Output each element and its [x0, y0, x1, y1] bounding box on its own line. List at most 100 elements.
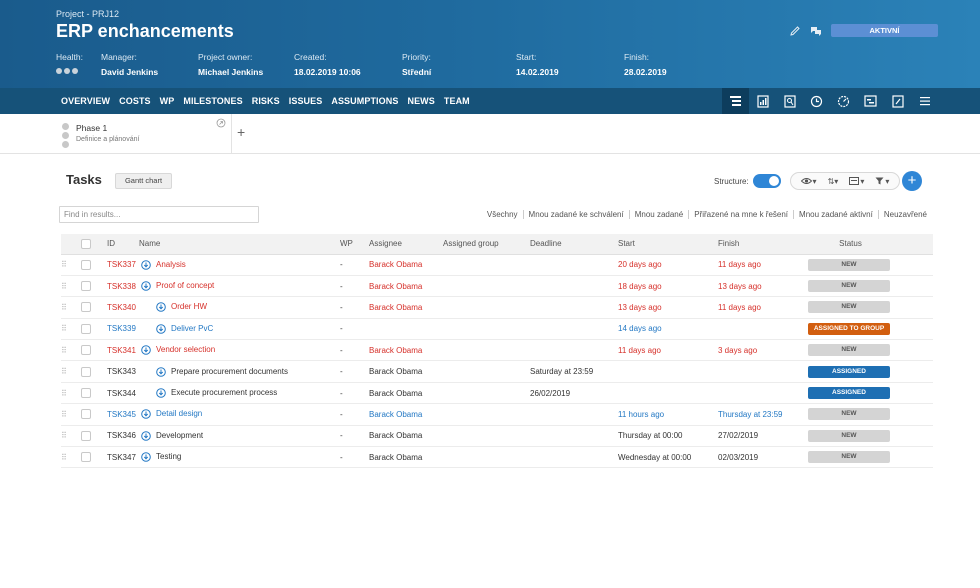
dashboard-icon[interactable] — [830, 88, 857, 114]
gantt-chart-button[interactable]: Gantt chart — [115, 173, 172, 189]
drag-handle-icon[interactable]: ⠿ — [61, 410, 67, 419]
table-row[interactable]: ⠿ TSK347 Testing - Barack Obama Wednesday at … — [61, 447, 933, 468]
tab-overview[interactable]: OVERVIEW — [61, 96, 110, 106]
task-id[interactable]: TSK346 — [107, 425, 139, 446]
task-name[interactable]: Analysis — [156, 260, 186, 269]
drag-handle-icon[interactable]: ⠿ — [61, 431, 67, 440]
row-checkbox[interactable] — [81, 345, 91, 356]
timeline-icon[interactable] — [857, 88, 884, 114]
col-group[interactable]: Assigned group — [443, 234, 530, 255]
col-finish[interactable]: Finish — [718, 234, 808, 255]
task-name[interactable]: Proof of concept — [156, 281, 214, 290]
filter-all[interactable]: Všechny — [482, 210, 523, 219]
task-group — [443, 404, 530, 425]
report-icon[interactable] — [749, 88, 776, 114]
tab-wp[interactable]: WP — [160, 96, 175, 106]
task-id[interactable]: TSK338 — [107, 275, 139, 296]
task-wp: - — [340, 324, 343, 334]
task-id[interactable]: TSK344 — [107, 382, 139, 403]
task-name[interactable]: Vendor selection — [156, 345, 215, 354]
col-assignee[interactable]: Assignee — [369, 234, 443, 255]
row-checkbox[interactable] — [81, 430, 91, 441]
table-row[interactable]: ⠿ TSK339 Deliver PvC - 14 days ago ASSIGNED T… — [61, 318, 933, 340]
task-name[interactable]: Order HW — [171, 303, 207, 312]
table-row[interactable]: ⠿ TSK338 Proof of concept - Barack Obama 18 d… — [61, 275, 933, 297]
open-phase-icon[interactable] — [216, 118, 226, 128]
row-checkbox[interactable] — [81, 388, 91, 399]
row-checkbox[interactable] — [81, 302, 91, 313]
task-name[interactable]: Development — [156, 431, 203, 440]
phase-card[interactable]: Phase 1 Definice a plánování — [56, 114, 232, 154]
filter-unclosed[interactable]: Neuzavřené — [877, 210, 932, 219]
row-checkbox[interactable] — [81, 259, 91, 270]
select-all-checkbox[interactable] — [81, 238, 91, 249]
structure-toggle[interactable] — [753, 174, 781, 188]
columns-icon[interactable]: ▾ — [849, 177, 864, 186]
row-checkbox[interactable] — [81, 281, 91, 292]
search-input[interactable] — [59, 206, 259, 223]
task-id[interactable]: TSK337 — [107, 254, 139, 275]
table-row[interactable]: ⠿ TSK344 Execute procurement process - Barac… — [61, 382, 933, 404]
row-checkbox[interactable] — [81, 409, 91, 420]
row-checkbox[interactable] — [81, 323, 91, 334]
task-name[interactable]: Testing — [156, 452, 181, 461]
drag-handle-icon[interactable]: ⠿ — [61, 346, 67, 355]
task-id[interactable]: TSK347 — [107, 447, 139, 468]
tab-news[interactable]: NEWS — [407, 96, 434, 106]
table-row[interactable]: ⠿ TSK337 Analysis - Barack Obama 20 days ago 1… — [61, 254, 933, 276]
edit-icon[interactable] — [789, 25, 801, 37]
col-wp[interactable]: WP — [340, 234, 369, 255]
tab-assumptions[interactable]: ASSUMPTIONS — [331, 96, 398, 106]
status-button[interactable]: AKTIVNÍ — [831, 24, 938, 37]
breadcrumb[interactable]: Project - PRJ12 — [56, 9, 119, 19]
visibility-icon[interactable]: ▾ — [800, 177, 817, 186]
filter-assigned-to-me[interactable]: Přiřazené na mne k řešení — [688, 210, 793, 219]
drag-handle-icon[interactable]: ⠿ — [61, 389, 67, 398]
task-name[interactable]: Deliver PvC — [171, 324, 213, 333]
filter-created-by-me[interactable]: Mnou zadané — [628, 210, 688, 219]
sort-icon[interactable]: ⇅▾ — [828, 177, 839, 186]
task-id[interactable]: TSK339 — [107, 318, 139, 339]
task-name[interactable]: Execute procurement process — [171, 388, 277, 397]
attachment-icon[interactable] — [884, 88, 911, 114]
add-phase-button[interactable]: + — [237, 125, 245, 139]
task-id[interactable]: TSK345 — [107, 404, 139, 425]
col-status[interactable]: Status — [808, 234, 933, 255]
tab-risks[interactable]: RISKS — [252, 96, 280, 106]
drag-handle-icon[interactable]: ⠿ — [61, 324, 67, 333]
drag-handle-icon[interactable]: ⠿ — [61, 282, 67, 291]
tab-issues[interactable]: ISSUES — [289, 96, 323, 106]
col-start[interactable]: Start — [618, 234, 718, 255]
drag-handle-icon[interactable]: ⠿ — [61, 367, 67, 376]
drag-handle-icon[interactable]: ⠿ — [61, 453, 67, 462]
table-row[interactable]: ⠿ TSK343 Prepare procurement documents - Bar… — [61, 361, 933, 383]
task-name[interactable]: Detail design — [156, 410, 202, 419]
table-row[interactable]: ⠿ TSK345 Detail design - Barack Obama 11 hour… — [61, 404, 933, 426]
tab-costs[interactable]: COSTS — [119, 96, 151, 106]
table-row[interactable]: ⠿ TSK341 Vendor selection - Barack Obama 11 d… — [61, 340, 933, 361]
history-icon[interactable] — [803, 88, 830, 114]
task-id[interactable]: TSK343 — [107, 361, 139, 382]
row-checkbox[interactable] — [81, 452, 91, 463]
row-checkbox[interactable] — [81, 366, 91, 377]
col-name[interactable]: Name — [139, 234, 340, 255]
add-task-button[interactable]: + — [902, 171, 922, 191]
col-deadline[interactable]: Deadline — [530, 234, 618, 255]
drag-handle-icon[interactable]: ⠿ — [61, 303, 67, 312]
task-id[interactable]: TSK341 — [107, 340, 139, 361]
filter-for-approval[interactable]: Mnou zadané ke schválení — [522, 210, 629, 219]
tasks-icon[interactable] — [722, 88, 749, 114]
filter-icon[interactable]: ▾ — [875, 177, 889, 186]
table-row[interactable]: ⠿ TSK346 Development - Barack Obama Thursday … — [61, 425, 933, 447]
chat-icon[interactable] — [810, 25, 822, 37]
drag-handle-icon[interactable]: ⠿ — [61, 260, 67, 269]
task-name[interactable]: Prepare procurement documents — [171, 367, 288, 376]
menu-icon[interactable] — [911, 88, 938, 114]
task-id[interactable]: TSK340 — [107, 297, 139, 318]
tab-milestones[interactable]: MILESTONES — [183, 96, 242, 106]
tab-team[interactable]: TEAM — [444, 96, 470, 106]
col-id[interactable]: ID — [107, 234, 139, 255]
document-search-icon[interactable] — [776, 88, 803, 114]
table-row[interactable]: ⠿ TSK340 Order HW - Barack Obama 13 days ago 1… — [61, 297, 933, 319]
filter-created-active[interactable]: Mnou zadané aktivní — [793, 210, 878, 219]
